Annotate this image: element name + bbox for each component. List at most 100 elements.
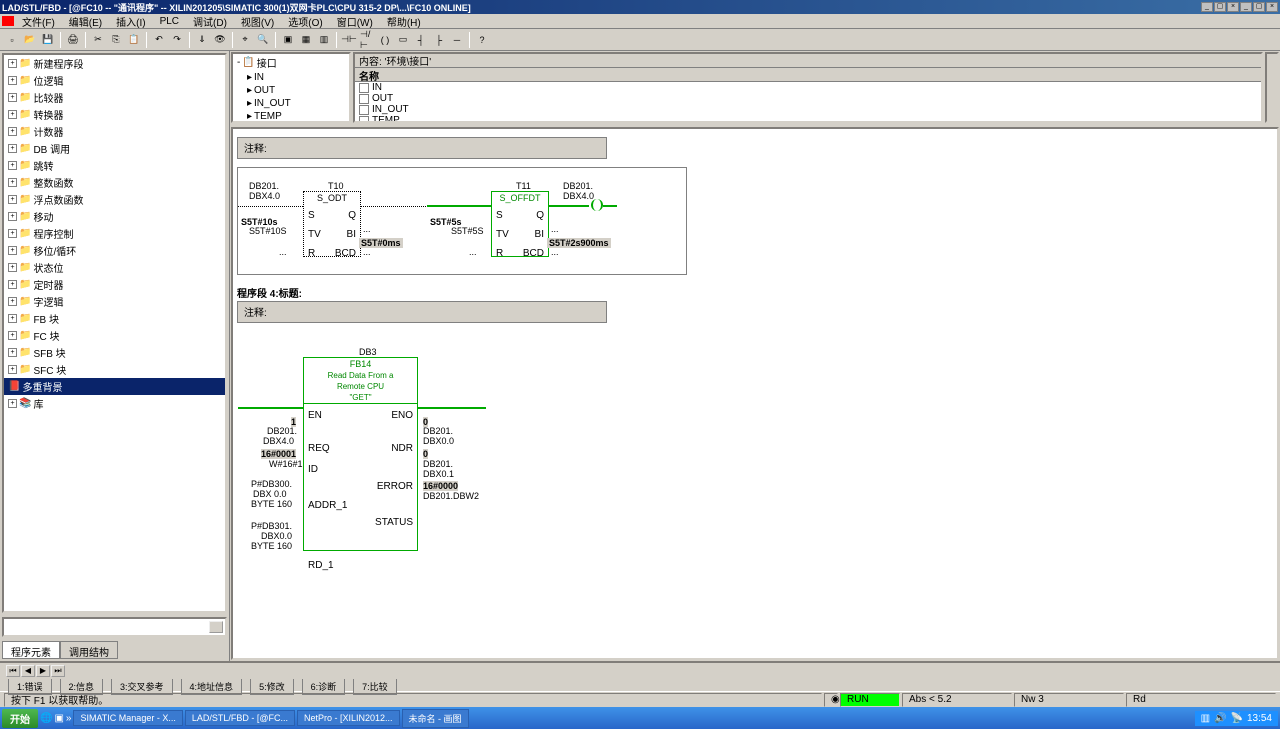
close-icon[interactable]: × bbox=[1227, 2, 1239, 12]
inner-maximize-icon[interactable]: ▢ bbox=[1253, 2, 1265, 12]
goto-icon[interactable]: ⌖ bbox=[237, 32, 253, 48]
maximize-icon[interactable]: ▢ bbox=[1214, 2, 1226, 12]
tree-item-new-network[interactable]: 新建程序段 bbox=[33, 56, 83, 71]
tree-item-jump[interactable]: 跳转 bbox=[33, 158, 53, 173]
menu-view[interactable]: 视图(V) bbox=[235, 14, 280, 29]
coil-icon[interactable]: ( ) bbox=[377, 32, 393, 48]
help-icon[interactable]: ? bbox=[474, 32, 490, 48]
fb14-get-block[interactable]: FB14 Read Data From a Remote CPU "GET" E… bbox=[303, 357, 418, 551]
inner-close-icon[interactable]: × bbox=[1266, 2, 1278, 12]
tree-item-word-logic[interactable]: 字逻辑 bbox=[33, 294, 63, 309]
instruction-tree[interactable]: +📁新建程序段 +📁位逻辑 +📁比较器 +📁转换器 +📁计数器 +📁DB 调用 … bbox=[2, 53, 227, 613]
interface-root[interactable]: 接口 bbox=[257, 55, 277, 70]
interface-temp[interactable]: TEMP bbox=[254, 111, 282, 122]
undo-icon[interactable]: ↶ bbox=[151, 32, 167, 48]
tray-icon[interactable]: 🔊 bbox=[1214, 713, 1226, 724]
tool3-icon[interactable]: ▥ bbox=[316, 32, 332, 48]
box-icon[interactable]: ▭ bbox=[395, 32, 411, 48]
tab-prev-icon[interactable]: ◀ bbox=[21, 665, 35, 677]
tree-item-sfc[interactable]: SFC 块 bbox=[33, 362, 66, 377]
quick-launch-ie-icon[interactable]: 🌐 bbox=[40, 713, 52, 724]
nc-closed-icon[interactable]: ⊣/⊢ bbox=[359, 32, 375, 48]
find-icon[interactable]: 🔍 bbox=[255, 32, 271, 48]
copy-icon[interactable]: ⎘ bbox=[108, 32, 124, 48]
menu-debug[interactable]: 调试(D) bbox=[187, 14, 233, 29]
interface-out[interactable]: OUT bbox=[254, 85, 275, 96]
system-tray[interactable]: ▥ 🔊 📡 13:54 bbox=[1195, 711, 1278, 726]
tab-call-structure[interactable]: 调用结构 bbox=[60, 641, 118, 659]
tree-item-timer[interactable]: 定时器 bbox=[33, 277, 63, 292]
paste-icon[interactable]: 📋 bbox=[126, 32, 142, 48]
tree-item-bit-logic[interactable]: 位逻辑 bbox=[33, 73, 63, 88]
tree-item-int-func[interactable]: 整数函数 bbox=[33, 175, 73, 190]
interface-inout[interactable]: IN_OUT bbox=[254, 98, 291, 109]
tray-icon[interactable]: ▥ bbox=[1201, 713, 1210, 724]
tree-item-float-func[interactable]: 浮点数函数 bbox=[33, 192, 83, 207]
nc-open-icon[interactable]: ⊣⊢ bbox=[341, 32, 357, 48]
sub-select[interactable] bbox=[2, 617, 227, 637]
tree-item-multi[interactable]: 多重背景 bbox=[22, 379, 62, 394]
connect-icon[interactable]: ─ bbox=[449, 32, 465, 48]
tree-item-counter[interactable]: 计数器 bbox=[33, 124, 63, 139]
menu-options[interactable]: 选项(O) bbox=[282, 14, 328, 29]
print-icon[interactable]: 🖨 bbox=[65, 32, 81, 48]
menu-edit[interactable]: 编辑(E) bbox=[63, 14, 108, 29]
tab-last-icon[interactable]: ⏭ bbox=[51, 665, 65, 677]
inner-minimize-icon[interactable]: _ bbox=[1240, 2, 1252, 12]
timer-t10-block[interactable]: S_ODT SQTVBIRBCD bbox=[303, 191, 361, 257]
tree-item-sfb[interactable]: SFB 块 bbox=[33, 345, 65, 360]
taskbar-item[interactable]: 未命名 - 画图 bbox=[402, 709, 469, 728]
tree-item-compare[interactable]: 比较器 bbox=[33, 90, 63, 105]
cut-icon[interactable]: ✂ bbox=[90, 32, 106, 48]
ladder-canvas[interactable]: 注释: T10 S_ODT SQTVBIRBCD DB201. DBX4.0 S… bbox=[231, 127, 1279, 660]
save-icon[interactable]: 💾 bbox=[40, 32, 56, 48]
tab-first-icon[interactable]: ⏮ bbox=[6, 665, 20, 677]
tray-icon[interactable]: 📡 bbox=[1231, 713, 1243, 724]
tab-next-icon[interactable]: ▶ bbox=[36, 665, 50, 677]
col-name: 名称 bbox=[355, 68, 1261, 82]
tree-item-fb[interactable]: FB 块 bbox=[33, 311, 59, 326]
interface-tree[interactable]: -📋接口 ▸IN ▸OUT ▸IN_OUT ▸TEMP ▸RETURN bbox=[231, 52, 351, 123]
tree-item-convert[interactable]: 转换器 bbox=[33, 107, 63, 122]
menu-window[interactable]: 窗口(W) bbox=[331, 14, 379, 29]
menu-plc[interactable]: PLC bbox=[154, 16, 185, 27]
tree-item-shift[interactable]: 移位/循环 bbox=[33, 243, 76, 258]
minimize-icon[interactable]: _ bbox=[1201, 2, 1213, 12]
left-panel: +📁新建程序段 +📁位逻辑 +📁比较器 +📁转换器 +📁计数器 +📁DB 调用 … bbox=[0, 51, 230, 661]
tree-item-db-call[interactable]: DB 调用 bbox=[33, 141, 70, 156]
status-nw: Nw 3 bbox=[1014, 693, 1124, 707]
status-help: 按下 F1 以获取帮助。 bbox=[4, 693, 822, 707]
chevron-down-icon[interactable] bbox=[209, 621, 223, 633]
menu-insert[interactable]: 插入(I) bbox=[110, 14, 151, 29]
taskbar-item[interactable]: NetPro - [XILIN2012... bbox=[297, 710, 400, 726]
network3-comment[interactable]: 注释: bbox=[237, 137, 607, 159]
taskbar-item[interactable]: LAD/STL/FBD - [@FC... bbox=[185, 710, 295, 726]
tool1-icon[interactable]: ▣ bbox=[280, 32, 296, 48]
new-icon[interactable]: ▫ bbox=[4, 32, 20, 48]
quick-launch-icon[interactable]: » bbox=[66, 713, 72, 724]
tab-program-elements[interactable]: 程序元素 bbox=[2, 641, 60, 659]
tree-item-status-bit[interactable]: 状态位 bbox=[33, 260, 63, 275]
scrollbar[interactable] bbox=[1265, 52, 1279, 123]
tree-item-fc[interactable]: FC 块 bbox=[33, 328, 59, 343]
menu-file[interactable]: 文件(F) bbox=[16, 14, 61, 29]
menu-help[interactable]: 帮助(H) bbox=[381, 14, 427, 29]
tree-item-lib[interactable]: 库 bbox=[33, 396, 43, 411]
interface-in[interactable]: IN bbox=[254, 72, 264, 83]
status-rd: Rd bbox=[1126, 693, 1276, 707]
tree-item-prog-ctrl[interactable]: 程序控制 bbox=[33, 226, 73, 241]
branch-close-icon[interactable]: ├ bbox=[431, 32, 447, 48]
tree-item-move[interactable]: 移动 bbox=[33, 209, 53, 224]
network4-comment[interactable]: 注释: bbox=[237, 301, 607, 323]
download-icon[interactable]: ⇓ bbox=[194, 32, 210, 48]
start-button[interactable]: 开始 bbox=[2, 709, 38, 728]
minus-icon[interactable]: - bbox=[237, 57, 240, 68]
open-icon[interactable]: 📂 bbox=[22, 32, 38, 48]
branch-open-icon[interactable]: ┤ bbox=[413, 32, 429, 48]
tool2-icon[interactable]: ▦ bbox=[298, 32, 314, 48]
timer-t11-block[interactable]: S_OFFDT SQTVBIRBCD bbox=[491, 191, 549, 257]
quick-launch-icon[interactable]: ▣ bbox=[54, 713, 63, 724]
monitor-icon[interactable]: 👁 bbox=[212, 32, 228, 48]
taskbar-item[interactable]: SIMATIC Manager - X... bbox=[73, 710, 182, 726]
redo-icon[interactable]: ↷ bbox=[169, 32, 185, 48]
